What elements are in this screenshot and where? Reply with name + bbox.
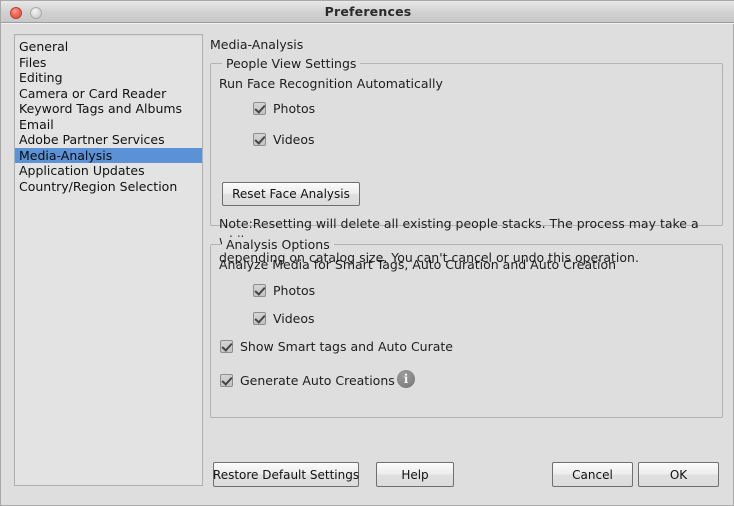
title-bar: Preferences <box>1 1 734 23</box>
dialog-footer: Restore Default Settings Help Cancel OK <box>1 24 733 505</box>
window-title: Preferences <box>324 4 412 19</box>
cancel-button[interactable]: Cancel <box>552 462 633 487</box>
preferences-window: Preferences General Files Editing Camera… <box>0 0 734 506</box>
ok-button[interactable]: OK <box>638 462 719 487</box>
help-button[interactable]: Help <box>376 462 454 487</box>
restore-default-settings-button[interactable]: Restore Default Settings <box>213 462 359 487</box>
dialog-content: General Files Editing Camera or Card Rea… <box>1 24 733 505</box>
